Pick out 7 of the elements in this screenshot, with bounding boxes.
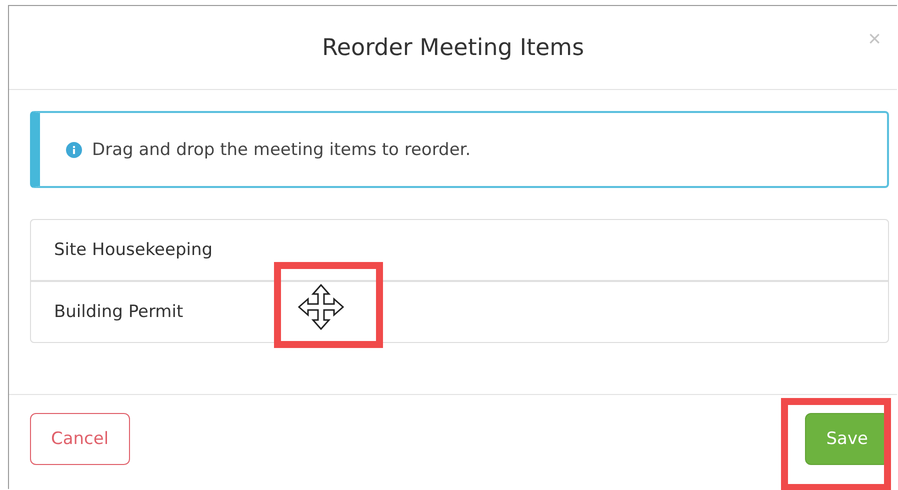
info-icon — [66, 142, 82, 158]
close-button[interactable]: × — [864, 26, 885, 52]
alert-text: Drag and drop the meeting items to reorder. — [92, 140, 471, 160]
move-cursor-icon — [298, 284, 344, 330]
meeting-item[interactable]: Site Housekeeping — [31, 220, 888, 280]
cancel-button[interactable]: Cancel — [30, 413, 130, 465]
dialog-title: Reorder Meeting Items — [322, 34, 584, 60]
